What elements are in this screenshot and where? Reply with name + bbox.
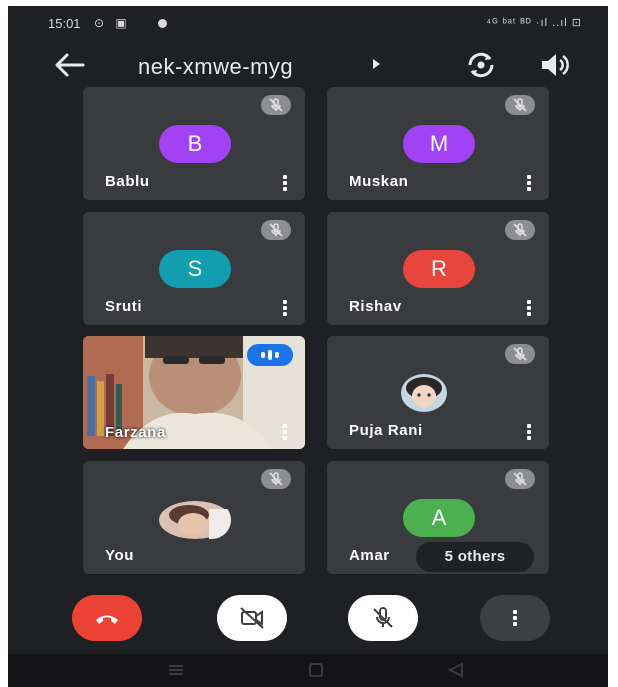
avatar: B <box>159 125 231 163</box>
mic-toggle-button[interactable] <box>348 595 418 641</box>
switch-camera-button[interactable] <box>464 48 498 82</box>
participant-name: Bablu <box>105 173 150 190</box>
avatar: R <box>403 250 475 288</box>
camera-toggle-button[interactable] <box>217 595 287 641</box>
participant-name: Amar <box>349 547 390 564</box>
notification-dot-icon <box>158 19 167 28</box>
camera-off-icon <box>240 607 264 629</box>
participant-tile[interactable]: Puja Rani <box>327 336 549 449</box>
status-time: 15:01 <box>48 16 81 31</box>
home-icon[interactable] <box>306 662 326 678</box>
participant-name: Puja Rani <box>349 422 423 439</box>
participant-tile[interactable]: B Bablu <box>83 87 305 200</box>
mic-off-icon <box>505 220 535 240</box>
caret-right-icon[interactable] <box>373 59 380 69</box>
mic-off-icon <box>261 469 291 489</box>
participant-video-tile[interactable]: Farzana <box>83 336 305 449</box>
avatar: S <box>159 250 231 288</box>
recents-menu-icon[interactable] <box>166 662 186 678</box>
others-count-chip[interactable]: 5 others <box>416 542 534 572</box>
status-icons-right: ⁴ᴳ ᵇᵃᵗ ᴮᴰ ·ıl ..ıl ⊡ <box>486 17 582 29</box>
avatar-photo <box>159 501 231 539</box>
more-options-button[interactable] <box>480 595 550 641</box>
meeting-code[interactable]: nek-xmwe-myg <box>138 54 293 80</box>
arrow-left-icon <box>55 53 85 77</box>
back-button[interactable] <box>52 50 86 80</box>
end-call-button[interactable] <box>72 595 142 641</box>
call-header: nek-xmwe-myg <box>8 42 608 90</box>
speaker-button[interactable] <box>538 50 572 80</box>
participant-name: Rishav <box>349 298 402 315</box>
participant-tile-self[interactable]: You <box>83 461 305 574</box>
audio-indicator-badge <box>247 344 293 366</box>
more-vert-icon <box>513 610 517 626</box>
meet-call-screen: 15:01 ⊙ ▣ ⁴ᴳ ᵇᵃᵗ ᴮᴰ ·ıl ..ıl ⊡ nek-xmwe-… <box>8 6 608 687</box>
back-nav-icon[interactable] <box>446 662 466 678</box>
speaker-icon <box>542 54 569 76</box>
end-call-icon <box>96 615 118 624</box>
more-vert-icon[interactable] <box>527 300 531 316</box>
avatar-photo <box>401 374 447 412</box>
more-vert-icon[interactable] <box>527 175 531 191</box>
mic-off-icon <box>261 220 291 240</box>
participant-name: Farzana <box>105 424 166 441</box>
mic-off-icon <box>505 469 535 489</box>
mic-off-icon <box>261 95 291 115</box>
participant-tile[interactable]: M Muskan <box>327 87 549 200</box>
mic-off-icon <box>505 95 535 115</box>
mic-off-icon <box>505 344 535 364</box>
more-vert-icon[interactable] <box>283 424 287 440</box>
mic-off-icon <box>373 607 393 628</box>
participant-tile[interactable]: R Rishav <box>327 212 549 325</box>
participant-name: You <box>105 547 135 564</box>
more-vert-icon[interactable] <box>283 300 287 316</box>
status-icons-left: ⊙ ▣ <box>94 16 131 30</box>
more-vert-icon[interactable] <box>527 424 531 440</box>
participant-name: Muskan <box>349 173 409 190</box>
status-bar: 15:01 ⊙ ▣ ⁴ᴳ ᵇᵃᵗ ᴮᴰ ·ıl ..ıl ⊡ <box>8 6 608 40</box>
participant-name: Sruti <box>105 298 143 315</box>
more-vert-icon[interactable] <box>283 175 287 191</box>
avatar: A <box>403 499 475 537</box>
participant-tile[interactable]: S Sruti <box>83 212 305 325</box>
avatar: M <box>403 125 475 163</box>
switch-camera-icon <box>468 52 494 78</box>
system-nav-bar <box>8 654 608 687</box>
